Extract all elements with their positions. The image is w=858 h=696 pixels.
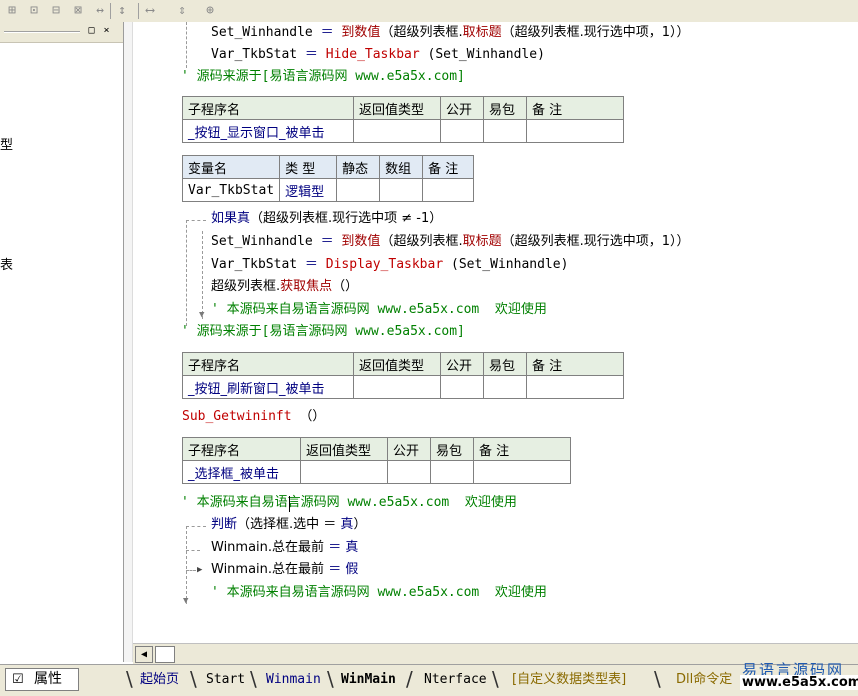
subroutine-name[interactable]: _按钮_显示窗口_被单击 — [182, 119, 354, 143]
variable-table[interactable]: 变量名 类 型 静态 数组 备 注 Var_TkbStat 逻辑型 — [181, 155, 475, 202]
col-header: 返回值类型 — [353, 96, 441, 120]
code-line[interactable]: 如果真（超级列表框.现行选中项 ≠ -1） — [211, 210, 442, 228]
code-line[interactable]: Set_Winhandle ＝ 到数值（超级列表框.取标题（超级列表框.现行选中… — [211, 24, 690, 42]
col-header: 备 注 — [526, 352, 624, 376]
col-header: 公开 — [440, 352, 484, 376]
vresize-icon[interactable]: ⇕ — [172, 1, 192, 21]
left-panel-header: □ × — [0, 22, 123, 43]
variable-type[interactable]: 逻辑型 — [279, 178, 338, 202]
col-header: 备 注 — [422, 155, 475, 179]
variable-name[interactable]: Var_TkbStat — [181, 178, 281, 202]
scroll-thumb[interactable] — [155, 646, 175, 663]
code-line[interactable]: Set_Winhandle ＝ 到数值（超级列表框.取标题（超级列表框.现行选中… — [211, 233, 690, 251]
tab-winmain-active[interactable]: WinMain — [341, 669, 396, 691]
property-tab[interactable]: ☑ 属性 — [5, 668, 79, 691]
code-line[interactable]: Sub_Getwininft （） — [182, 408, 325, 426]
table-icon[interactable]: ⊟ — [46, 1, 66, 21]
tab-start-page[interactable]: 起始页 — [140, 669, 179, 691]
close-icon[interactable]: × — [100, 25, 113, 37]
split-icon[interactable]: ⊠ — [68, 1, 88, 21]
col-header: 公开 — [440, 96, 484, 120]
code-comment[interactable]: ' 本源码来自易语言源码网 www.e5a5x.com 欢迎使用 — [181, 494, 517, 512]
col-header: 返回值类型 — [353, 352, 441, 376]
subroutine-name[interactable]: _按钮_刷新窗口_被单击 — [182, 375, 354, 399]
code-line[interactable]: Winmain.总在最前 ＝ 假 — [211, 561, 358, 579]
scroll-left-icon[interactable]: ◀ — [135, 646, 153, 663]
col-header: 备 注 — [526, 96, 624, 120]
col-header: 子程序名 — [182, 96, 354, 120]
gutter — [124, 22, 133, 662]
tab-custom-data-types[interactable]: [自定义数据类型表] — [512, 669, 626, 691]
tab-nterface[interactable]: Nterface — [424, 669, 487, 691]
bottom-tab-bar: ☑ 属性 \ 起始页 \ Start \ Winmain \ WinMain /… — [0, 661, 858, 696]
grid-icon[interactable]: ⊞ — [2, 1, 22, 21]
property-icon: ☑ — [12, 672, 24, 687]
fit-icon[interactable]: ⊕ — [200, 1, 220, 21]
col-header: 备 注 — [473, 437, 571, 461]
code-line[interactable]: 判断（选择框.选中 ＝ 真） — [211, 516, 366, 534]
code-line[interactable]: Var_TkbStat ＝ Display_Taskbar (Set_Winha… — [211, 256, 568, 274]
toolbar: ⊞ ⊡ ⊟ ⊠ ↔ ↕ ⟷ ⇕ ⊕ — [0, 0, 858, 23]
col-header: 变量名 — [181, 155, 281, 179]
watermark-url: www.e5a5x.com — [740, 675, 858, 690]
col-header: 静态 — [336, 155, 381, 179]
left-panel: □ × 型 表 — [0, 22, 124, 662]
tab-winmain[interactable]: Winmain — [266, 669, 321, 691]
code-comment[interactable]: ' 本源码来自易语言源码网 www.e5a5x.com 欢迎使用 — [211, 584, 547, 602]
subroutine-table[interactable]: 子程序名 返回值类型 公开 易包 备 注 _按钮_显示窗口_被单击 — [182, 96, 624, 143]
col-header: 易包 — [483, 96, 527, 120]
col-header: 易包 — [430, 437, 474, 461]
tab-dll-commands[interactable]: Dll命令定 — [676, 669, 732, 691]
col-header: 子程序名 — [182, 352, 354, 376]
height-icon[interactable]: ↕ — [112, 1, 132, 21]
code-comment[interactable]: ' 源码来源于[易语言源码网 www.e5a5x.com] — [181, 323, 465, 341]
tree-text-fragment: 表 — [0, 258, 14, 273]
col-header: 数组 — [379, 155, 424, 179]
code-comment[interactable]: ' 源码来源于[易语言源码网 www.e5a5x.com] — [181, 68, 465, 86]
col-header: 返回值类型 — [300, 437, 388, 461]
code-line[interactable]: 超级列表框.获取焦点（） — [211, 278, 358, 296]
col-header: 类 型 — [279, 155, 338, 179]
col-header: 公开 — [387, 437, 431, 461]
window-icon[interactable]: ⊡ — [24, 1, 44, 21]
text-cursor — [289, 496, 290, 512]
col-header: 易包 — [483, 352, 527, 376]
width-icon[interactable]: ↔ — [90, 1, 110, 21]
code-editor[interactable]: Set_Winhandle ＝ 到数值（超级列表框.取标题（超级列表框.现行选中… — [133, 22, 858, 642]
hresize-icon[interactable]: ⟷ — [140, 1, 160, 21]
code-line[interactable]: Winmain.总在最前 ＝ 真 — [211, 539, 358, 557]
restore-icon[interactable]: □ — [85, 25, 98, 37]
subroutine-table[interactable]: 子程序名 返回值类型 公开 易包 备 注 _按钮_刷新窗口_被单击 — [182, 352, 624, 399]
tab-start[interactable]: Start — [206, 669, 245, 691]
code-comment[interactable]: ' 本源码来自易语言源码网 www.e5a5x.com 欢迎使用 — [211, 301, 547, 319]
code-line[interactable]: Var_TkbStat ＝ Hide_Taskbar (Set_Winhandl… — [211, 46, 545, 64]
subroutine-table[interactable]: 子程序名 返回值类型 公开 易包 备 注 _选择框_被单击 — [182, 437, 571, 484]
subroutine-name[interactable]: _选择框_被单击 — [182, 460, 301, 484]
tree-text-fragment: 型 — [0, 138, 14, 153]
col-header: 子程序名 — [182, 437, 301, 461]
